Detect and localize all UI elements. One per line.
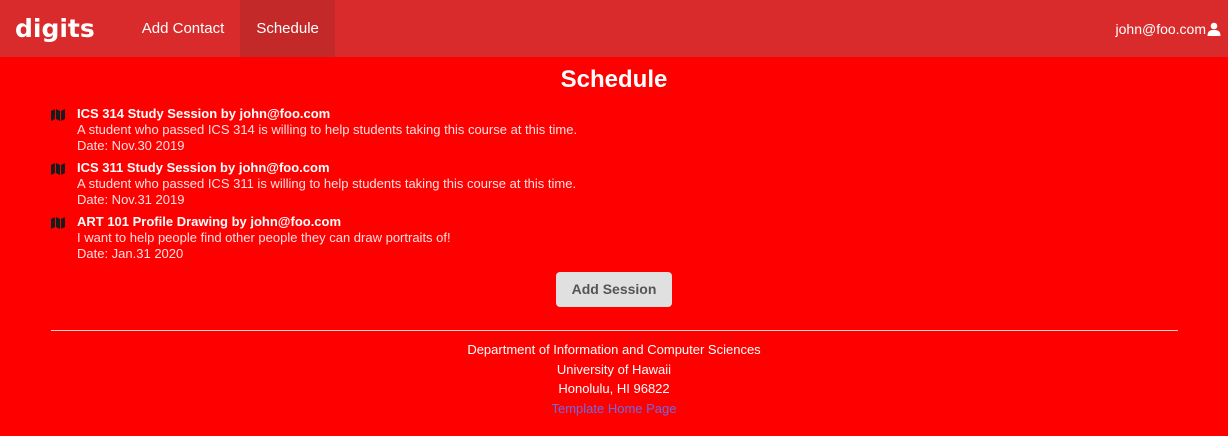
- add-session-wrap: Add Session: [0, 272, 1228, 307]
- session-description: A student who passed ICS 311 is willing …: [77, 176, 577, 191]
- session-title: ICS 314 Study Session by john@foo.com: [77, 106, 331, 121]
- session-list: ICS 314 Study Session by john@foo.com A …: [51, 106, 1228, 262]
- nav-add-contact[interactable]: Add Contact: [126, 0, 241, 57]
- map-icon: [51, 214, 77, 262]
- template-home-link[interactable]: Template Home Page: [0, 399, 1228, 419]
- footer: Department of Information and Computer S…: [0, 331, 1228, 418]
- list-item: ICS 314 Study Session by john@foo.com A …: [51, 106, 1228, 154]
- list-item: ICS 311 Study Session by john@foo.com A …: [51, 160, 1228, 208]
- session-date: Date: Nov.30 2019: [77, 138, 185, 153]
- session-date: Date: Nov.31 2019: [77, 192, 185, 207]
- session-title: ICS 311 Study Session by john@foo.com: [77, 160, 330, 175]
- page-title: Schedule: [560, 66, 668, 93]
- map-icon: [51, 160, 77, 208]
- nav-schedule[interactable]: Schedule: [240, 0, 335, 57]
- top-navbar: digits Add Contact Schedule john@foo.com: [0, 0, 1228, 57]
- footer-department: Department of Information and Computer S…: [467, 342, 761, 357]
- session-date: Date: Jan.31 2020: [77, 246, 184, 261]
- session-description: I want to help people find other people …: [77, 230, 451, 245]
- brand-logo[interactable]: digits: [0, 14, 110, 43]
- session-description: A student who passed ICS 314 is willing …: [77, 122, 578, 137]
- user-icon: [1207, 22, 1221, 36]
- user-email: john@foo.com: [1115, 20, 1206, 37]
- footer-address: Honolulu, HI 96822: [558, 381, 670, 396]
- add-session-button[interactable]: Add Session: [556, 272, 672, 307]
- list-item: ART 101 Profile Drawing by john@foo.com …: [51, 214, 1228, 262]
- session-title: ART 101 Profile Drawing by john@foo.com: [77, 214, 342, 229]
- user-menu[interactable]: john@foo.com: [1116, 0, 1221, 57]
- footer-university: University of Hawaii: [556, 361, 672, 377]
- map-icon: [51, 106, 77, 154]
